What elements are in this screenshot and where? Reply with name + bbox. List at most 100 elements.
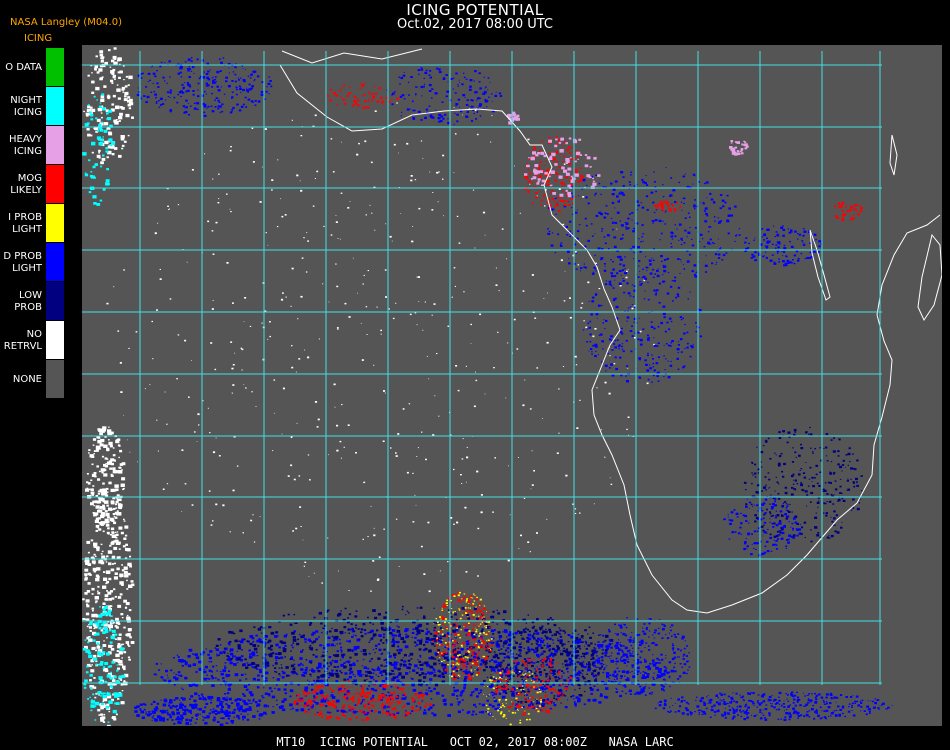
icing-pixel [344,302,347,305]
icing-pixel [558,432,560,434]
icing-pixel [108,533,110,535]
icing-pixel [100,95,105,99]
icing-pixel [585,218,587,220]
icing-pixel [243,103,245,106]
icing-pixel [748,501,752,504]
icing-pixel [577,209,578,211]
icing-pixel [584,629,587,632]
icing-pixel [632,230,635,233]
icing-pixel [753,239,755,241]
icing-pixel [569,316,572,319]
icing-pixel [366,334,368,335]
icing-pixel [338,570,339,572]
icing-pixel [757,510,759,512]
icing-pixel [603,668,606,671]
icing-pixel [87,641,90,644]
icing-pixel [415,504,417,506]
icing-pixel [587,698,591,702]
legend-item-no-retrieval: NO RETRVL [0,321,66,360]
icing-pixel [679,273,681,274]
icing-map [82,45,942,726]
icing-pixel [205,93,208,95]
icing-pixel [736,516,739,518]
icing-pixel [159,278,162,280]
icing-pixel [228,697,232,701]
icing-pixel [745,237,748,239]
icing-pixel [300,708,305,712]
icing-pixel [782,526,784,528]
icing-pixel [777,252,779,254]
icing-pixel [88,654,93,659]
icing-pixel [596,317,598,319]
icing-pixel [98,560,103,564]
icing-pixel [203,111,206,114]
icing-pixel [663,376,665,378]
icing-pixel [184,676,188,680]
icing-pixel [651,257,653,259]
icing-pixel [185,106,188,109]
icing-pixel [87,698,90,700]
icing-pixel [120,137,125,141]
icing-pixel [798,532,801,535]
icing-pixel [499,95,503,97]
icing-pixel [621,348,624,350]
icing-pixel [562,223,565,226]
icing-pixel [481,710,485,714]
icing-pixel [240,347,243,349]
icing-pixel [689,227,691,228]
legend-item-none: NONE [0,360,66,399]
icing-pixel [102,621,107,625]
icing-pixel [775,454,777,456]
icing-pixel [155,102,158,104]
icing-pixel [109,544,112,547]
icing-pixel [305,666,308,669]
icing-pixel [215,503,218,506]
icing-pixel [528,630,531,633]
icing-pixel [625,222,629,225]
icing-pixel [496,623,498,625]
icing-pixel [438,70,442,74]
icing-pixel [858,502,861,504]
icing-pixel [142,72,144,75]
icing-pixel [127,628,132,632]
icing-pixel [111,645,114,647]
icing-pixel [734,531,737,533]
icing-pixel [560,212,562,214]
icing-pixel [560,259,563,262]
icing-pixel [309,479,311,481]
icing-pixel [317,669,321,673]
icing-pixel [598,182,601,185]
icing-pixel [631,647,634,649]
icing-pixel [727,514,729,515]
icing-pixel [793,428,797,432]
icing-pixel [545,663,549,666]
icing-pixel [256,654,259,657]
icing-pixel [730,519,734,522]
icing-pixel [569,658,571,660]
icing-pixel [797,238,799,240]
icing-pixel [220,672,224,676]
icing-pixel [251,127,254,129]
icing-pixel [493,660,498,664]
icing-pixel [769,513,772,515]
icing-pixel [633,306,636,308]
icing-pixel [776,481,779,484]
icing-pixel [121,657,123,659]
icing-pixel [627,269,629,270]
icing-pixel [237,662,239,664]
icing-pixel [218,198,220,200]
icing-pixel [270,85,273,88]
icing-pixel [177,204,180,206]
icing-pixel [699,233,703,236]
icing-pixel [531,202,534,205]
icing-pixel [502,645,505,647]
icing-pixel [842,499,846,502]
icing-pixel [248,83,251,86]
icing-pixel [421,638,423,640]
legend-swatch [46,165,64,204]
icing-pixel [340,87,343,89]
icing-pixel [628,434,629,436]
icing-pixel [406,108,410,111]
icing-pixel [296,673,299,676]
icing-pixel [316,170,319,173]
